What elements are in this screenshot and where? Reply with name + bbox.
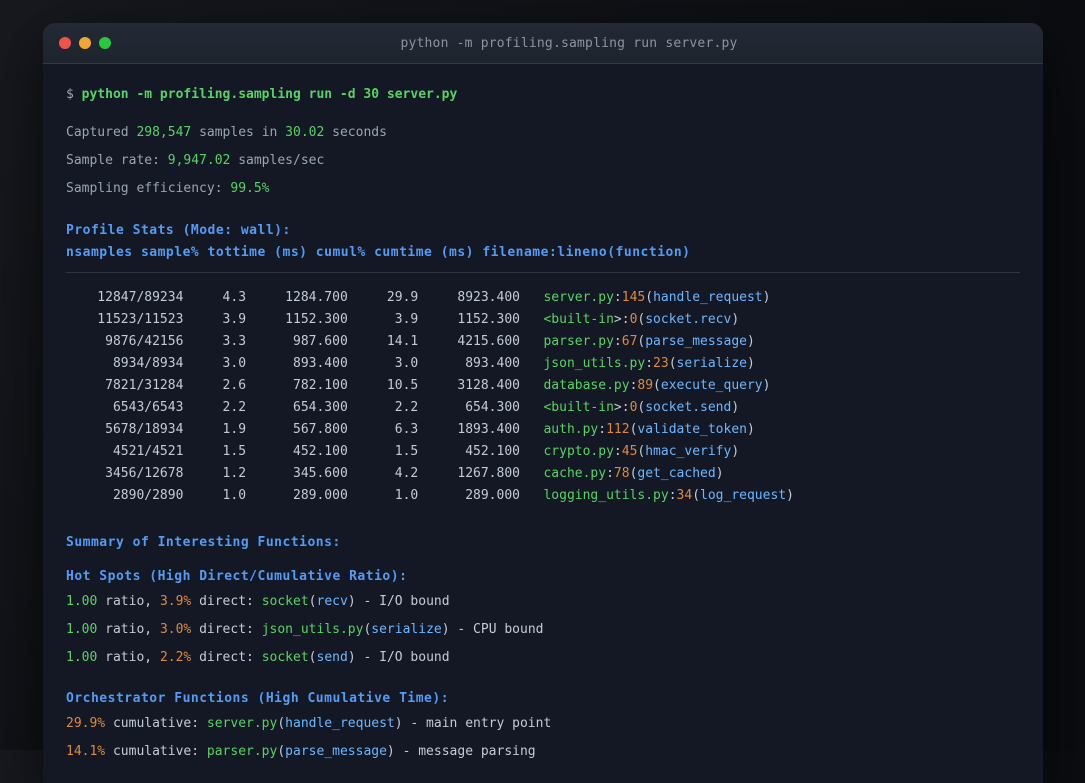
profile-table-row: 7821/31284 2.6 782.100 10.5 3128.400 dat… <box>66 378 771 393</box>
profile-table-row: 11523/11523 3.9 1152.300 3.9 1152.300 <b… <box>66 312 740 327</box>
terminal-output: $ python -m profiling.sampling run -d 30… <box>43 64 1043 763</box>
window-controls <box>59 37 111 49</box>
terminal-window: python -m profiling.sampling run server.… <box>43 23 1043 783</box>
profile-table-row: 4521/4521 1.5 452.100 1.5 452.100 crypto… <box>66 444 740 459</box>
command-line: $ python -m profiling.sampling run -d 30… <box>66 87 458 102</box>
profile-table-row: 9876/42156 3.3 987.600 14.1 4215.600 par… <box>66 334 755 349</box>
hotspot-line: 1.00 ratio, 3.9% direct: socket(recv) - … <box>66 594 450 609</box>
orchestrator-header: Orchestrator Functions (High Cumulative … <box>66 691 450 706</box>
orchestrator-line: 29.9% cumulative: server.py(handle_reque… <box>66 716 552 731</box>
profile-table-row: 8934/8934 3.0 893.400 3.0 893.400 json_u… <box>66 356 755 371</box>
profile-table-row: 12847/89234 4.3 1284.700 29.9 8923.400 s… <box>66 290 771 305</box>
hotspots-header: Hot Spots (High Direct/Cumulative Ratio)… <box>66 569 408 584</box>
summary-header: Summary of Interesting Functions: <box>66 535 341 550</box>
profile-table-row: 2890/2890 1.0 289.000 1.0 289.000 loggin… <box>66 488 794 503</box>
efficiency-line: Sampling efficiency: 99.5% <box>66 181 270 196</box>
profile-table-row: 6543/6543 2.2 654.300 2.2 654.300 <built… <box>66 400 740 415</box>
window-titlebar[interactable]: python -m profiling.sampling run server.… <box>43 23 1043 64</box>
profile-stats-header: Profile Stats (Mode: wall): <box>66 223 291 238</box>
minimize-button[interactable] <box>79 37 91 49</box>
close-button[interactable] <box>59 37 71 49</box>
captured-line: Captured 298,547 samples in 30.02 second… <box>66 125 387 140</box>
hotspot-line: 1.00 ratio, 2.2% direct: socket(send) - … <box>66 650 450 665</box>
columns-header: nsamples sample% tottime (ms) cumul% cum… <box>66 245 691 260</box>
hotspot-line: 1.00 ratio, 3.0% direct: json_utils.py(s… <box>66 622 544 637</box>
sample-rate-line: Sample rate: 9,947.02 samples/sec <box>66 153 325 168</box>
profile-table-row: 5678/18934 1.9 567.800 6.3 1893.400 auth… <box>66 422 755 437</box>
maximize-button[interactable] <box>99 37 111 49</box>
orchestrator-line: 14.1% cumulative: parser.py(parse_messag… <box>66 744 536 759</box>
profile-table-row: 3456/12678 1.2 345.600 4.2 1267.800 cach… <box>66 466 724 481</box>
window-title: python -m profiling.sampling run server.… <box>400 35 738 51</box>
table-divider <box>66 272 1020 273</box>
